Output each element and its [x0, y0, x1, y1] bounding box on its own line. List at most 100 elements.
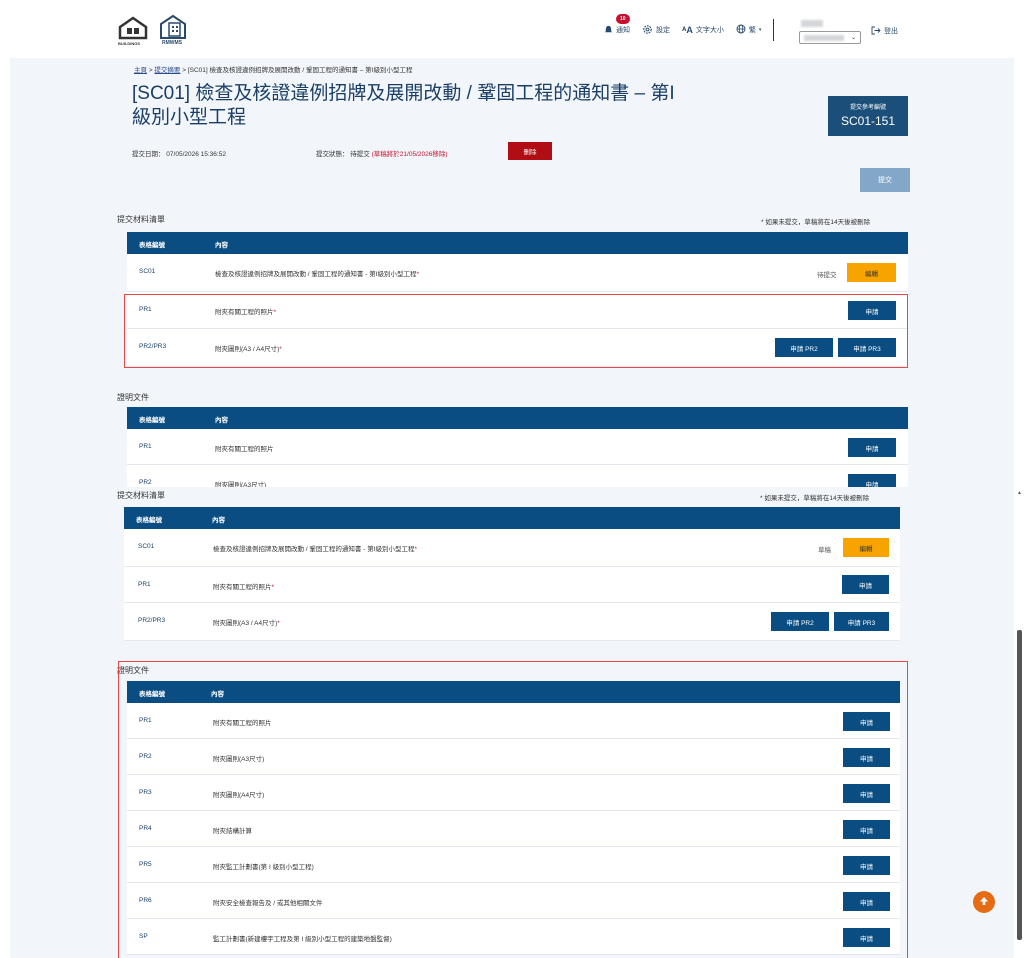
breadcrumb-separator: >	[148, 67, 153, 74]
apply-button[interactable]: 申請	[843, 856, 890, 875]
row-code: PR1	[139, 443, 152, 450]
row-desc: 附夾有關工程的照片*	[215, 309, 277, 316]
col-code-header: 表格編號	[139, 242, 165, 249]
header-tools: 10 通知 設定 ᴬA 文字大小 繁 ▾	[604, 13, 775, 41]
table-row: SP 監工計劃書(新建樓宇工程及第 I 級別小型工程的建築地盤監督) 申請	[127, 919, 900, 955]
arrow-up-icon	[978, 895, 990, 910]
row-status: 草稿	[818, 547, 831, 554]
buildings-logo[interactable]: BUILDINGS	[118, 16, 148, 46]
col-code-header: 表格編號	[136, 517, 162, 524]
edit-button[interactable]: 編輯	[843, 538, 889, 557]
settings-button[interactable]: 設定	[642, 24, 670, 37]
globe-icon	[736, 24, 746, 36]
delete-button[interactable]: 刪除	[508, 142, 552, 160]
apply-button[interactable]: 申請	[843, 784, 890, 803]
row-code: PR4	[139, 825, 152, 832]
user-role-blurred	[804, 35, 844, 41]
row-code: SC01	[139, 268, 156, 275]
user-select[interactable]: ⌄	[799, 20, 861, 44]
apply-button[interactable]: 申請	[843, 712, 890, 731]
row-desc: 附夾圖則(A4尺寸)	[213, 792, 265, 799]
submission-reference-box: 提交參考編號 SC01-151	[828, 96, 908, 136]
table-row: PR1 附夾有關工程的照片 申請	[127, 429, 908, 465]
materials-table: 表格編號 內容 SC01 檢查及核證違例招牌及展開改動 / 鞏固工程的通知書 -…	[124, 507, 900, 641]
font-size-button[interactable]: ᴬA 文字大小	[682, 25, 724, 35]
breadcrumb: 主頁 > 提交摘要 > [SC01] 檢查及核證違例招牌及展開改動 / 鞏固工程…	[134, 64, 412, 74]
table-row: PR2 附夾圖則(A3尺寸) 申請	[127, 465, 908, 487]
row-desc: 檢查及核證違例招牌及展開改動 / 鞏固工程的通知書 - 第I級別小型工程*	[215, 271, 420, 278]
col-code-header: 表格編號	[139, 417, 165, 424]
row-code: PR1	[138, 581, 151, 588]
apply-button[interactable]: 申請	[843, 748, 890, 767]
breadcrumb-home-link[interactable]: 主頁	[134, 67, 147, 74]
logout-label: 登出	[884, 28, 898, 35]
materials-section-title: 提交材料清單	[117, 215, 165, 224]
submit-button[interactable]: 提交	[860, 168, 910, 192]
row-desc: 附夾有關工程的照片*	[213, 584, 275, 591]
row-code: PR6	[139, 897, 152, 904]
row-desc: 附夾圖則(A3 / A4尺寸)*	[213, 620, 280, 627]
apply-button[interactable]: 申請	[848, 438, 896, 457]
user-name-blurred	[801, 20, 823, 27]
gear-icon	[642, 24, 653, 37]
chevron-down-icon: ▾	[758, 27, 762, 33]
col-code-header: 表格編號	[139, 691, 165, 698]
apply-button[interactable]: 申請	[848, 474, 896, 487]
table-row: PR2/PR3 附夾圖則(A3 / A4尺寸)* 申請 PR2 申請 PR3	[127, 329, 908, 367]
apply-pr2-button[interactable]: 申請 PR2	[775, 338, 833, 357]
font-size-label: 文字大小	[695, 27, 724, 34]
docs-section-title: 證明文件	[117, 393, 149, 402]
table-header: 表格編號 內容	[127, 232, 908, 254]
row-desc: 附夾結構計算	[213, 828, 252, 835]
rmwms-logo[interactable]: RMWMS	[158, 14, 198, 46]
materials-table: 表格編號 內容 SC01 檢查及核證違例招牌及展開改動 / 鞏固工程的通知書 -…	[127, 232, 908, 367]
table-row: PR4 附夾結構計算 申請	[127, 811, 900, 847]
scroll-arrow-icon[interactable]: ▲	[1017, 490, 1022, 496]
submit-date: 提交日期： 07/05/2026 15:36:52	[132, 151, 226, 158]
user-dropdown[interactable]: ⌄	[799, 31, 861, 44]
apply-button[interactable]: 申請	[843, 892, 890, 911]
table-row: PR2/PR3 附夾圖則(A3 / A4尺寸)* 申請 PR2 申請 PR3	[124, 603, 900, 641]
apply-button[interactable]: 申請	[843, 820, 890, 839]
table-row: SC01 檢查及核證違例招牌及展開改動 / 鞏固工程的通知書 - 第I級別小型工…	[124, 529, 900, 567]
page-title: [SC01] 檢查及核證違例招牌及展開改動 / 鞏固工程的通知書 – 第I級別小…	[132, 83, 675, 128]
status-label: 提交狀態： 待提交	[316, 151, 370, 158]
table-header: 表格編號 內容	[124, 507, 900, 529]
language-select[interactable]: 繁 ▾	[736, 24, 762, 36]
table-header: 表格編號 內容	[127, 681, 900, 703]
apply-pr3-button[interactable]: 申請 PR3	[834, 612, 889, 631]
materials-deletion-note: * 如果未提交，草稿將在14天後被刪除	[761, 219, 871, 226]
materials-section-title: 提交材料清單	[117, 491, 165, 500]
submit-status: 提交狀態： 待提交 (草稿將於21/05/2026移除)	[316, 148, 448, 158]
row-code: PR2	[139, 753, 152, 760]
logout-button[interactable]: 登出	[871, 26, 898, 37]
apply-button[interactable]: 申請	[843, 928, 890, 947]
col-content-header: 內容	[215, 417, 228, 424]
row-desc: 附夾有關工程的照片	[215, 446, 274, 453]
apply-pr3-button[interactable]: 申請 PR3	[838, 338, 896, 357]
notification-button[interactable]: 10 通知	[604, 13, 630, 36]
row-code: SP	[139, 933, 148, 940]
scrollbar-thumb[interactable]	[1017, 630, 1022, 940]
row-desc: 附夾圖則(A3尺寸)	[213, 756, 265, 763]
breadcrumb-summary-link[interactable]: 提交摘要	[154, 67, 180, 74]
header-divider	[773, 19, 775, 41]
table-row: PR6 附夾安全檢查報告及 / 或其他相關文件 申請	[127, 883, 900, 919]
reference-value: SC01-151	[840, 114, 896, 128]
apply-button[interactable]: 申請	[848, 301, 896, 320]
apply-button[interactable]: 申請	[842, 575, 889, 594]
row-code: PR3	[139, 789, 152, 796]
row-code: PR1	[139, 717, 152, 724]
table-row: PR1 附夾有關工程的照片* 申請	[127, 292, 908, 329]
row-code: PR2	[139, 479, 152, 486]
row-code: SC01	[138, 543, 155, 550]
row-desc: 附夾圖則(A3 / A4尺寸)*	[215, 346, 282, 353]
docs-section-title: 證明文件	[117, 666, 149, 675]
scroll-to-top-button[interactable]	[973, 891, 995, 913]
edit-button[interactable]: 編輯	[847, 263, 896, 282]
logout-icon	[871, 26, 881, 37]
apply-pr2-button[interactable]: 申請 PR2	[771, 612, 829, 631]
row-desc: 檢查及核證違例招牌及展開改動 / 鞏固工程的通知書 - 第I級別小型工程*	[213, 546, 418, 553]
table-row: PR2 附夾圖則(A3尺寸) 申請	[127, 739, 900, 775]
table-row: PR5 附夾監工計劃書(第 I 級別小型工程) 申請	[127, 847, 900, 883]
